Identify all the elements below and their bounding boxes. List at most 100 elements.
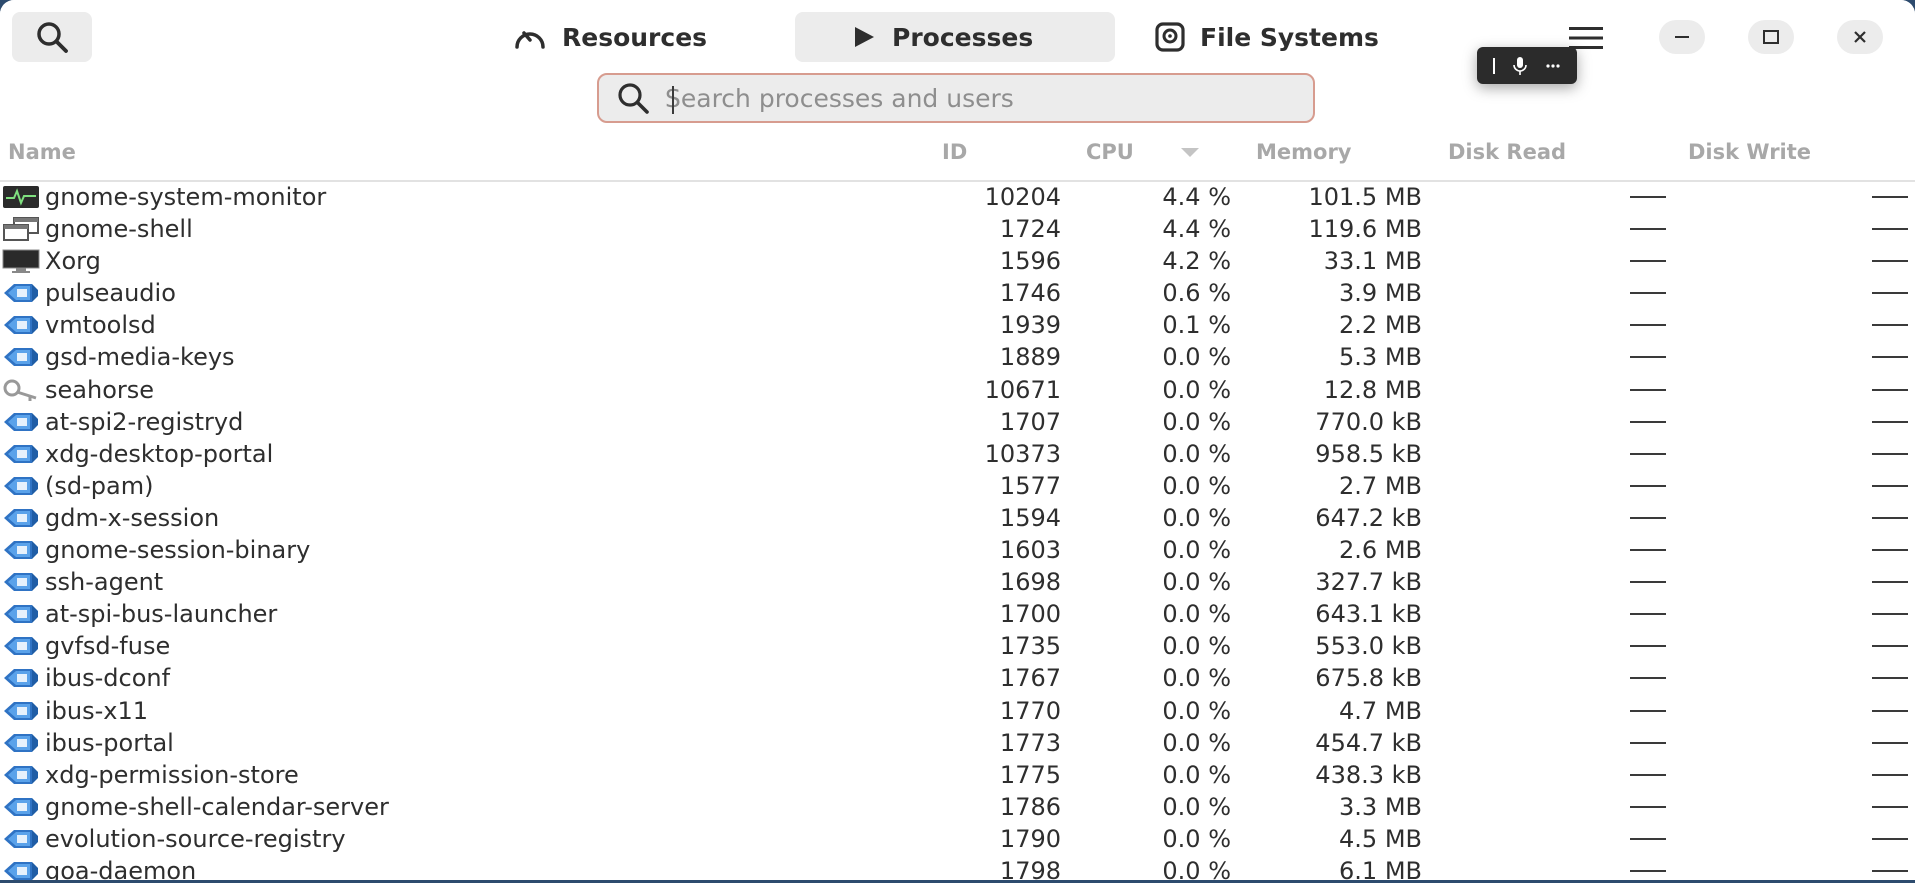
monitor-icon: [2, 249, 42, 274]
search-box[interactable]: [597, 73, 1315, 123]
process-memory: 770.0 kB: [1315, 407, 1422, 436]
executable-icon: [2, 313, 42, 337]
table-row[interactable]: ssh-agent 1698 0.0 % 327.7 kB — —: [0, 566, 1915, 598]
process-disk-read: —: [1630, 324, 1666, 327]
gauge-icon: [515, 31, 545, 49]
process-memory: 454.7 kB: [1315, 728, 1422, 757]
process-disk-write: —: [1872, 292, 1908, 295]
maximize-button[interactable]: [1748, 20, 1794, 54]
process-memory: 553.0 kB: [1315, 632, 1422, 661]
process-memory: 327.7 kB: [1315, 568, 1422, 597]
process-id: 1603: [999, 536, 1061, 565]
column-header-disk-read[interactable]: Disk Read: [1448, 140, 1566, 174]
microphone-icon[interactable]: [1511, 56, 1529, 76]
process-disk-write: —: [1872, 260, 1908, 263]
more-options-icon[interactable]: [1545, 63, 1561, 69]
process-cpu: 0.0 %: [1162, 728, 1231, 757]
text-cursor: [672, 86, 674, 114]
table-row[interactable]: evolution-source-registry 1790 0.0 % 4.5…: [0, 823, 1915, 855]
table-row[interactable]: gnome-shell-calendar-server 1786 0.0 % 3…: [0, 791, 1915, 823]
column-header-cpu-label: CPU: [1086, 140, 1134, 164]
column-header-cpu[interactable]: CPU: [1086, 140, 1201, 174]
table-row[interactable]: (sd-pam) 1577 0.0 % 2.7 MB — —: [0, 470, 1915, 502]
column-header-disk-write[interactable]: Disk Write: [1688, 140, 1811, 174]
executable-icon: [2, 345, 42, 369]
executable-icon: [2, 602, 42, 626]
process-name: gvfsd-fuse: [45, 632, 171, 661]
process-disk-read: —: [1630, 805, 1666, 808]
table-row[interactable]: xdg-permission-store 1775 0.0 % 438.3 kB…: [0, 759, 1915, 791]
process-id: 1939: [999, 311, 1061, 340]
process-id: 1770: [999, 696, 1061, 725]
process-name: pulseaudio: [45, 279, 176, 308]
process-id: 1767: [999, 664, 1061, 693]
process-cpu: 0.0 %: [1162, 439, 1231, 468]
executable-icon: [2, 666, 42, 690]
process-disk-read: —: [1630, 549, 1666, 552]
table-row[interactable]: Xorg 1596 4.2 % 33.1 MB — —: [0, 245, 1915, 277]
table-row[interactable]: gdm-x-session 1594 0.0 % 647.2 kB — —: [0, 502, 1915, 534]
table-row[interactable]: xdg-desktop-portal 10373 0.0 % 958.5 kB …: [0, 438, 1915, 470]
close-button[interactable]: [1837, 20, 1883, 54]
search-toggle-button[interactable]: [12, 12, 92, 62]
table-row[interactable]: gvfsd-fuse 1735 0.0 % 553.0 kB — —: [0, 630, 1915, 662]
process-memory: 647.2 kB: [1315, 503, 1422, 532]
process-name: ibus-dconf: [45, 664, 171, 693]
process-list: gnome-system-monitor 10204 4.4 % 101.5 M…: [0, 181, 1915, 880]
table-row[interactable]: gnome-session-binary 1603 0.0 % 2.6 MB —…: [0, 534, 1915, 566]
search-icon: [618, 83, 649, 114]
close-icon: [1854, 31, 1866, 43]
process-memory: 12.8 MB: [1323, 375, 1422, 404]
process-memory: 6.1 MB: [1339, 856, 1422, 880]
process-disk-read: —: [1630, 613, 1666, 616]
process-name: (sd-pam): [45, 471, 154, 500]
process-id: 1746: [999, 279, 1061, 308]
table-row[interactable]: at-spi2-registryd 1707 0.0 % 770.0 kB — …: [0, 406, 1915, 438]
executable-icon: [2, 410, 42, 434]
process-cpu: 0.0 %: [1162, 760, 1231, 789]
process-disk-write: —: [1872, 196, 1908, 198]
process-memory: 4.7 MB: [1339, 696, 1422, 725]
table-row[interactable]: gnome-shell 1724 4.4 % 119.6 MB — —: [0, 213, 1915, 245]
tab-file-systems[interactable]: File Systems: [1132, 12, 1401, 62]
process-id: 1775: [999, 760, 1061, 789]
table-row[interactable]: at-spi-bus-launcher 1700 0.0 % 643.1 kB …: [0, 598, 1915, 630]
minimize-button[interactable]: [1659, 20, 1705, 54]
search-input[interactable]: [665, 83, 1285, 113]
tab-resources-label: Resources: [562, 22, 708, 52]
table-row[interactable]: seahorse 10671 0.0 % 12.8 MB — —: [0, 374, 1915, 406]
tab-resources[interactable]: Resources: [490, 12, 729, 62]
table-row[interactable]: ibus-x11 1770 0.0 % 4.7 MB — —: [0, 695, 1915, 727]
table-row[interactable]: vmtoolsd 1939 0.1 % 2.2 MB — —: [0, 309, 1915, 341]
column-header-id[interactable]: ID: [942, 140, 967, 174]
process-memory: 3.9 MB: [1339, 279, 1422, 308]
process-memory: 675.8 kB: [1315, 664, 1422, 693]
process-name: seahorse: [45, 375, 155, 404]
drag-handle-icon[interactable]: [1493, 57, 1495, 74]
process-disk-read: —: [1630, 837, 1666, 840]
column-header-name[interactable]: Name: [8, 140, 76, 174]
sort-descending-icon: [1181, 148, 1200, 157]
executable-icon: [2, 634, 42, 658]
process-id: 1707: [999, 407, 1061, 436]
table-row[interactable]: gsd-media-keys 1889 0.0 % 5.3 MB — —: [0, 341, 1915, 373]
table-row[interactable]: ibus-portal 1773 0.0 % 454.7 kB — —: [0, 727, 1915, 759]
column-header-memory[interactable]: Memory: [1256, 140, 1352, 174]
process-name: gdm-x-session: [45, 503, 220, 532]
table-row[interactable]: pulseaudio 1746 0.6 % 3.9 MB — —: [0, 277, 1915, 309]
process-cpu: 0.0 %: [1162, 600, 1231, 629]
process-name: gnome-shell-calendar-server: [45, 792, 389, 821]
table-row[interactable]: goa-daemon 1798 0.0 % 6.1 MB — —: [0, 855, 1915, 880]
table-row[interactable]: ibus-dconf 1767 0.0 % 675.8 kB — —: [0, 662, 1915, 694]
table-row[interactable]: gnome-system-monitor 10204 4.4 % 101.5 M…: [0, 181, 1915, 213]
tab-processes[interactable]: Processes: [795, 12, 1115, 62]
process-cpu: 0.0 %: [1162, 856, 1231, 880]
process-name: gnome-shell: [45, 215, 193, 244]
process-memory: 643.1 kB: [1315, 600, 1422, 629]
process-disk-read: —: [1630, 228, 1666, 231]
process-memory: 3.3 MB: [1339, 792, 1422, 821]
process-disk-read: —: [1630, 677, 1666, 680]
process-disk-read: —: [1630, 292, 1666, 295]
process-id: 1786: [999, 792, 1061, 821]
process-memory: 2.2 MB: [1339, 311, 1422, 340]
